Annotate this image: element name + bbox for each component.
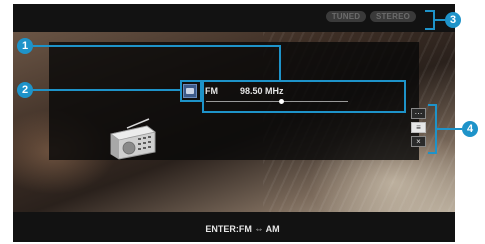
callout-1-badge: 1 xyxy=(17,38,33,54)
list-icon: ≡ xyxy=(416,123,421,132)
close-icon: × xyxy=(416,137,421,146)
callout-1-line-vertical xyxy=(279,45,281,81)
option-menu-icon: ⋯ xyxy=(414,109,423,118)
list-button[interactable]: ≡ xyxy=(411,122,426,133)
callout-1-line xyxy=(33,45,280,47)
close-button[interactable]: × xyxy=(411,136,426,147)
tv-screen xyxy=(13,4,455,242)
status-tuned-indicator: TUNED xyxy=(326,11,366,22)
callout-4-badge: 4 xyxy=(462,121,478,137)
callout-2-frame xyxy=(180,80,202,102)
callout-2-line xyxy=(33,89,181,91)
status-stereo-indicator: STEREO xyxy=(370,11,416,22)
callout-3-line xyxy=(434,19,445,21)
footer-hint: ENTER:FM ⇔ AM xyxy=(205,224,280,234)
callout-1-frame xyxy=(202,80,406,113)
callout-3-badge: 3 xyxy=(445,12,461,28)
radio-icon xyxy=(110,118,156,160)
option-menu-button[interactable]: ⋯ xyxy=(411,108,426,119)
callout-4-line xyxy=(436,128,462,130)
screen: TUNED STEREO FM 98.50 MHz ⋯ ≡ × ENTER:FM… xyxy=(0,0,485,244)
callout-2-badge: 2 xyxy=(17,82,33,98)
